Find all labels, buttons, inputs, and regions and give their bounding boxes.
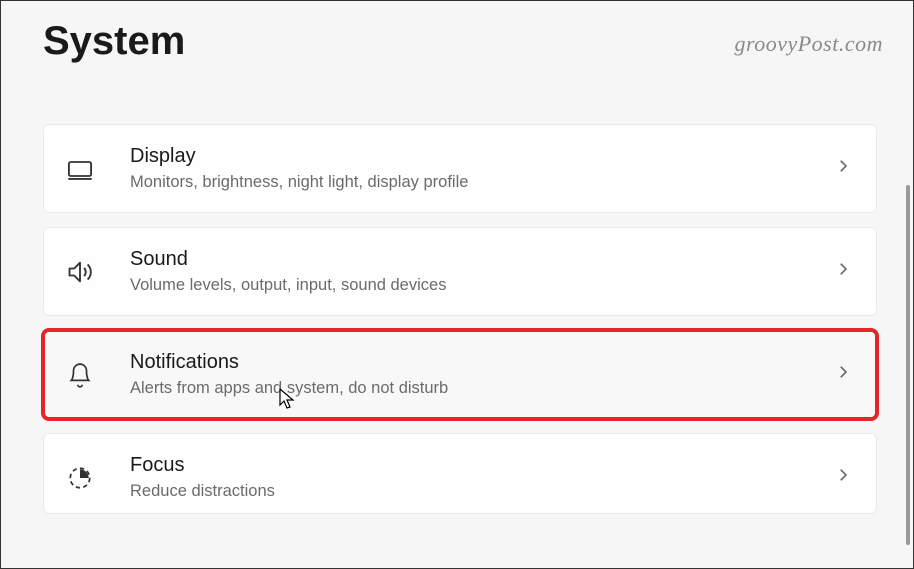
chevron-right-icon bbox=[834, 466, 852, 489]
settings-item-desc: Monitors, brightness, night light, displ… bbox=[130, 171, 834, 194]
settings-item-notifications[interactable]: Notifications Alerts from apps and syste… bbox=[43, 330, 877, 419]
settings-item-title: Display bbox=[130, 143, 834, 169]
focus-icon bbox=[66, 464, 94, 492]
display-icon bbox=[66, 155, 94, 183]
settings-item-title: Focus bbox=[130, 452, 834, 478]
settings-item-title: Notifications bbox=[130, 349, 834, 375]
sound-icon bbox=[66, 258, 94, 286]
chevron-right-icon bbox=[834, 157, 852, 180]
bell-icon bbox=[66, 361, 94, 389]
settings-item-sound[interactable]: Sound Volume levels, output, input, soun… bbox=[43, 227, 877, 316]
settings-item-desc: Alerts from apps and system, do not dist… bbox=[130, 377, 834, 400]
settings-item-text: Display Monitors, brightness, night ligh… bbox=[130, 143, 834, 194]
settings-item-text: Notifications Alerts from apps and syste… bbox=[130, 349, 834, 400]
settings-list: Display Monitors, brightness, night ligh… bbox=[1, 64, 913, 514]
settings-item-display[interactable]: Display Monitors, brightness, night ligh… bbox=[43, 124, 877, 213]
settings-item-desc: Volume levels, output, input, sound devi… bbox=[130, 274, 834, 297]
chevron-right-icon bbox=[834, 363, 852, 386]
settings-item-desc: Reduce distractions bbox=[130, 480, 834, 503]
settings-item-focus[interactable]: Focus Reduce distractions bbox=[43, 433, 877, 514]
chevron-right-icon bbox=[834, 260, 852, 283]
settings-item-title: Sound bbox=[130, 246, 834, 272]
settings-item-text: Sound Volume levels, output, input, soun… bbox=[130, 246, 834, 297]
scrollbar[interactable] bbox=[906, 185, 910, 545]
settings-item-text: Focus Reduce distractions bbox=[130, 452, 834, 503]
watermark: groovyPost.com bbox=[734, 31, 883, 57]
